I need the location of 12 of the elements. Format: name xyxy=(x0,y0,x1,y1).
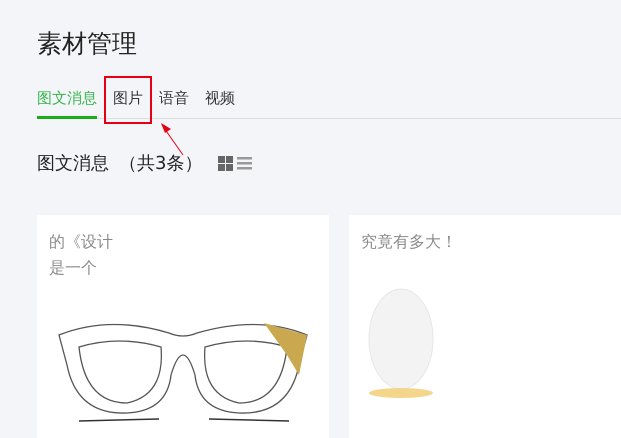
article-title: 究竟有多大！ xyxy=(361,231,458,253)
tab[interactable]: 图片 xyxy=(113,82,143,119)
item-count: （共3条） xyxy=(119,152,202,175)
grid-view-icon[interactable] xyxy=(218,156,234,170)
article-title: 是一个 xyxy=(49,257,98,279)
section-title: 图文消息 xyxy=(37,152,109,175)
article-title: 的《设计 xyxy=(49,231,114,253)
tab[interactable]: 语音 xyxy=(159,82,189,119)
page-title: 素材管理 xyxy=(37,28,138,60)
tab[interactable]: 视频 xyxy=(205,82,235,119)
list-view-icon[interactable] xyxy=(237,156,252,170)
annotation-arrow xyxy=(160,122,184,156)
